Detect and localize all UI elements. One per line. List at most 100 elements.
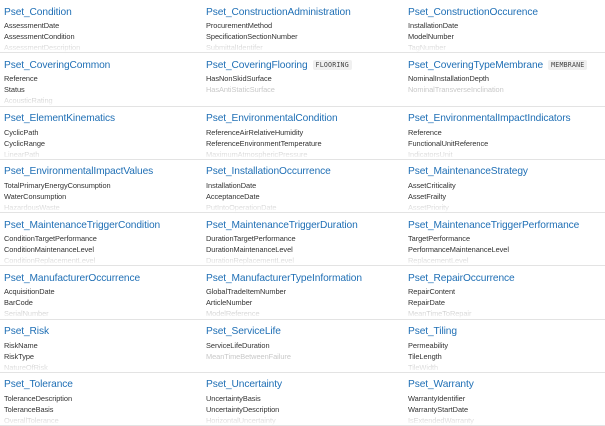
pset-title-link[interactable]: Pset_ElementKinematics xyxy=(4,113,115,124)
property-name: BarCode xyxy=(4,298,33,308)
pset-card-header: Pset_Uncertainty xyxy=(206,377,404,393)
property-name: NominalInstallationDepth xyxy=(408,74,489,84)
pset-card: Pset_MaintenanceTriggerDuration Duration… xyxy=(202,213,404,267)
pset-title-link[interactable]: Pset_ServiceLife xyxy=(206,326,281,337)
property-name: ReferenceEnvironmentTemperature xyxy=(206,138,322,148)
pset-title-link[interactable]: Pset_EnvironmentalImpactValues xyxy=(4,166,153,177)
pset-card: Pset_CoveringTypeMembrane MEMBRANE Nomin… xyxy=(404,53,605,107)
property-name: MeanTimeToRepair xyxy=(408,309,472,319)
pset-card: Pset_EnvironmentalImpactIndicators Refer… xyxy=(404,107,605,160)
property-name: AssetCriticality xyxy=(408,180,456,190)
pset-card: Pset_ConstructionOccurence InstallationD… xyxy=(404,0,605,54)
pset-card: Pset_Tolerance ToleranceDescription Tole… xyxy=(0,373,202,426)
property-name: ConditionMaintenanceLevel xyxy=(4,245,94,254)
property-name: ReferenceAirRelativeHumidity xyxy=(206,127,304,137)
property-name: DurationMaintenanceLevel xyxy=(206,245,293,254)
pset-card-header: Pset_CoveringCommon xyxy=(4,57,202,73)
property-name: CyclicRange xyxy=(4,138,45,148)
property-name: AcquisitionDate xyxy=(4,287,55,297)
property-name: SubmittalIdentifer xyxy=(206,43,263,52)
pset-title-link[interactable]: Pset_ManufacturerOccurrence xyxy=(4,273,140,284)
property-name: AssessmentDescription xyxy=(4,43,81,52)
property-name: HorizontalUncertainty xyxy=(206,415,276,425)
pset-card-header: Pset_CoveringTypeMembrane MEMBRANE xyxy=(408,57,605,73)
property-name: NominalTransverseInclination xyxy=(408,85,504,95)
property-name: MaximumAtmosphericPressure xyxy=(206,149,308,159)
pset-card-header: Pset_EnvironmentalImpactIndicators xyxy=(408,111,605,127)
pset-title-link[interactable]: Pset_ConstructionAdministration xyxy=(206,7,351,18)
property-name: InstallationDate xyxy=(408,21,459,30)
pset-card-header: Pset_ManufacturerTypeInformation xyxy=(206,270,404,286)
property-name: HazardousWaste xyxy=(4,202,60,212)
pset-title-link[interactable]: Pset_EnvironmentalCondition xyxy=(206,113,338,124)
property-name: WarrantyStartDate xyxy=(408,404,469,414)
pset-title-link[interactable]: Pset_Condition xyxy=(4,7,72,18)
pset-card: Pset_MaintenanceTriggerCondition Conditi… xyxy=(0,213,202,267)
pset-card: Pset_InstallationOccurrence Installation… xyxy=(202,160,404,213)
property-name: CyclicPath xyxy=(4,127,39,137)
pset-title-link[interactable]: Pset_ConstructionOccurence xyxy=(408,7,538,18)
pset-card: Pset_ManufacturerTypeInformation GlobalT… xyxy=(202,266,404,320)
pset-title-link[interactable]: Pset_Uncertainty xyxy=(206,379,282,390)
pset-card: Pset_MaintenanceStrategy AssetCriticalit… xyxy=(404,160,605,213)
property-name: OverallTolerance xyxy=(4,415,59,425)
property-name: AssetFrailty xyxy=(408,191,447,201)
property-name: IsExtendedWarranty xyxy=(408,415,474,425)
predefined-type-badge: MEMBRANE xyxy=(548,60,588,71)
pset-title-link[interactable]: Pset_ManufacturerTypeInformation xyxy=(206,273,362,284)
property-name: UncertaintyBasis xyxy=(206,393,261,403)
pset-title-link[interactable]: Pset_Tiling xyxy=(408,326,457,337)
pset-title-link[interactable]: Pset_MaintenanceTriggerDuration xyxy=(206,220,358,231)
property-name: ToleranceDescription xyxy=(4,393,73,403)
pset-title-link[interactable]: Pset_Risk xyxy=(4,326,49,337)
pset-title-link[interactable]: Pset_MaintenanceTriggerCondition xyxy=(4,220,160,231)
pset-title-link[interactable]: Pset_Tolerance xyxy=(4,379,73,390)
property-name: DurationTargetPerformance xyxy=(206,234,296,243)
pset-card: Pset_Tiling Permeability TileLength Tile… xyxy=(404,320,605,373)
property-name: Permeability xyxy=(408,340,449,350)
pset-title-link[interactable]: Pset_Warranty xyxy=(408,379,474,390)
property-name: ArticleNumber xyxy=(206,298,253,308)
pset-card-header: Pset_Warranty xyxy=(408,377,605,393)
pset-card-header: Pset_ManufacturerOccurrence xyxy=(4,270,202,286)
property-name: DurationReplacementLevel xyxy=(206,256,294,265)
pset-title-link[interactable]: Pset_EnvironmentalImpactIndicators xyxy=(408,113,571,124)
pset-card-header: Pset_Condition xyxy=(4,4,202,20)
property-name: TargetPerformance xyxy=(408,234,470,243)
pset-title-link[interactable]: Pset_MaintenanceTriggerPerformance xyxy=(408,220,579,231)
property-name: ModelNumber xyxy=(408,32,454,41)
property-name: WarrantyIdentifier xyxy=(408,393,466,403)
property-name: AssessmentCondition xyxy=(4,32,75,41)
property-name: RepairDate xyxy=(408,298,445,308)
pset-title-link[interactable]: Pset_CoveringTypeMembrane xyxy=(408,60,543,71)
pset-card-header: Pset_CoveringFlooring FLOORING xyxy=(206,57,404,73)
pset-title-link[interactable]: Pset_CoveringFlooring xyxy=(206,60,308,71)
pset-title-link[interactable]: Pset_MaintenanceStrategy xyxy=(408,166,528,177)
fade-overlay xyxy=(202,96,404,106)
property-name: Reference xyxy=(408,127,442,137)
property-name: RiskName xyxy=(4,340,38,350)
property-name: ServiceLifeDuration xyxy=(206,340,270,350)
pset-card: Pset_ConstructionAdministration Procurem… xyxy=(202,0,404,54)
pset-card-header: Pset_EnvironmentalImpactValues xyxy=(4,164,202,180)
pset-title-link[interactable]: Pset_RepairOccurrence xyxy=(408,273,515,284)
property-name: TotalPrimaryEnergyConsumption xyxy=(4,180,111,190)
pset-title-link[interactable]: Pset_CoveringCommon xyxy=(4,60,110,71)
property-name: MeanTimeBetweenFailure xyxy=(206,351,291,361)
property-name: ConditionReplacementLevel xyxy=(4,256,96,265)
pset-title-link[interactable]: Pset_InstallationOccurrence xyxy=(206,166,331,177)
pset-card-header: Pset_Tolerance xyxy=(4,377,202,393)
pset-card: Pset_ManufacturerOccurrence AcquisitionD… xyxy=(0,266,202,320)
pset-card-header: Pset_MaintenanceStrategy xyxy=(408,164,605,180)
property-name: LinearPath xyxy=(4,149,40,159)
property-name: AssetPriority xyxy=(408,202,449,212)
property-name: InstallationDate xyxy=(206,180,257,190)
property-name: PerformanceMaintenanceLevel xyxy=(408,245,509,254)
property-name: RiskType xyxy=(4,351,34,361)
pset-card: Pset_RepairOccurrence RepairContent Repa… xyxy=(404,266,605,320)
property-name: ProcurementMethod xyxy=(206,21,273,30)
property-name: SpecificationSectionNumber xyxy=(206,32,298,41)
pset-card-header: Pset_Tiling xyxy=(408,324,605,340)
fade-overlay xyxy=(202,362,404,372)
pset-card-header: Pset_Risk xyxy=(4,324,202,340)
